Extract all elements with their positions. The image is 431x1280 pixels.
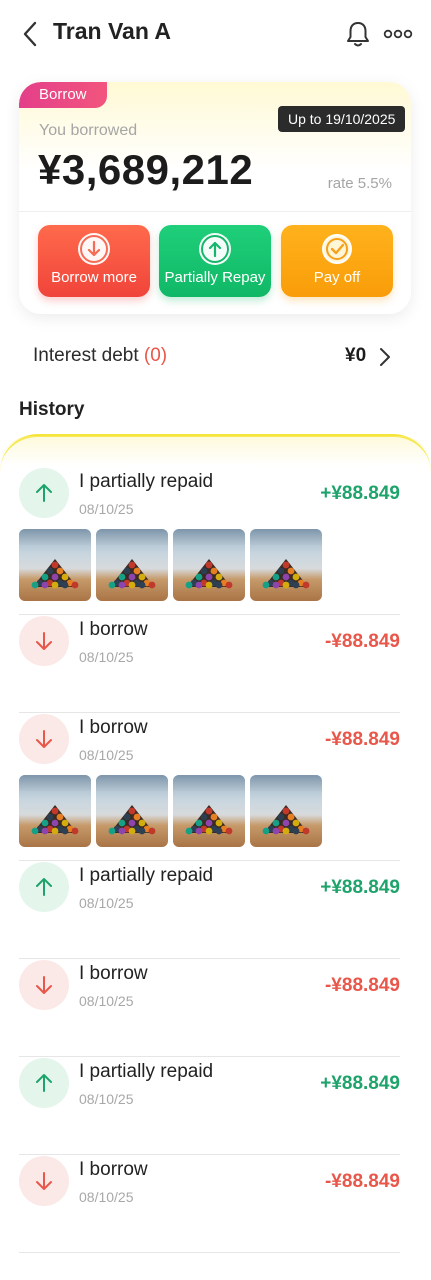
history-item-date: 08/10/25 bbox=[79, 501, 134, 517]
history-item-date: 08/10/25 bbox=[79, 649, 134, 665]
history-item-title: I borrow bbox=[79, 717, 148, 738]
pay-off-label: Pay off bbox=[313, 269, 361, 286]
interest-debt-text: Interest debt bbox=[33, 345, 139, 366]
history-panel-shade bbox=[0, 436, 431, 466]
interest-rate: rate 5.5% bbox=[327, 175, 392, 192]
due-date-badge: Up to 19/10/2025 bbox=[278, 106, 406, 132]
history-item[interactable]: I borrow 08/10/25 -¥88.849 bbox=[19, 712, 400, 852]
history-item-amount: -¥88.849 bbox=[324, 729, 400, 750]
interest-debt-label: Interest debt (0) bbox=[33, 345, 167, 367]
arrow-up-icon bbox=[19, 468, 69, 518]
history-item-amount: +¥88.849 bbox=[320, 877, 400, 898]
arrow-down-icon bbox=[19, 714, 69, 764]
arrow-down-circle-icon bbox=[78, 233, 110, 265]
history-item-date: 08/10/25 bbox=[79, 993, 134, 1009]
photo-thumbnail[interactable] bbox=[250, 775, 322, 847]
photo-thumbnail[interactable] bbox=[96, 529, 168, 601]
photo-thumbnail[interactable] bbox=[19, 529, 91, 601]
history-divider bbox=[19, 1252, 400, 1253]
history-item-title: I borrow bbox=[79, 1159, 148, 1180]
photo-thumbnail[interactable] bbox=[19, 775, 91, 847]
history-item-date: 08/10/25 bbox=[79, 1189, 134, 1205]
history-item-amount: -¥88.849 bbox=[324, 975, 400, 996]
card-divider bbox=[19, 211, 411, 212]
history-item-amount: +¥88.849 bbox=[320, 483, 400, 504]
history-item-title: I partially repaid bbox=[79, 471, 214, 492]
arrow-up-icon bbox=[19, 862, 69, 912]
borrowed-label: You borrowed bbox=[39, 122, 138, 139]
history-item-date: 08/10/25 bbox=[79, 895, 134, 911]
history-item-title: I borrow bbox=[79, 963, 148, 984]
borrow-more-button[interactable]: Borrow more bbox=[38, 225, 150, 297]
history-item-amount: -¥88.849 bbox=[324, 631, 400, 652]
top-bar: Tran Van A bbox=[0, 0, 431, 70]
photo-thumbnail[interactable] bbox=[250, 529, 322, 601]
photo-thumbnail[interactable] bbox=[173, 775, 245, 847]
chevron-left-icon bbox=[23, 21, 37, 47]
history-item-date: 08/10/25 bbox=[79, 747, 134, 763]
history-item[interactable]: I partially repaid 08/10/25 +¥88.849 bbox=[19, 860, 400, 950]
pay-off-button[interactable]: Pay off bbox=[281, 225, 393, 297]
history-item[interactable]: I partially repaid 08/10/25 +¥88.849 bbox=[19, 1056, 400, 1146]
partially-repay-button[interactable]: Partially Repay bbox=[159, 225, 271, 297]
partially-repay-label: Partially Repay bbox=[164, 269, 266, 286]
chevron-right-icon bbox=[378, 346, 392, 368]
arrow-up-circle-icon bbox=[199, 233, 231, 265]
interest-debt-row[interactable]: Interest debt (0) ¥0 bbox=[0, 332, 431, 380]
history-item-amount: +¥88.849 bbox=[320, 1073, 400, 1094]
page-title: Tran Van A bbox=[53, 18, 172, 44]
arrow-up-icon bbox=[19, 1058, 69, 1108]
history-item[interactable]: I borrow 08/10/25 -¥88.849 bbox=[19, 1154, 400, 1244]
more-options-button[interactable] bbox=[383, 24, 413, 44]
photo-thumbnail[interactable] bbox=[173, 529, 245, 601]
arrow-down-icon bbox=[19, 1156, 69, 1206]
borrowed-amount: ¥3,689,212 bbox=[38, 146, 254, 193]
history-item-amount: -¥88.849 bbox=[324, 1171, 400, 1192]
back-button[interactable] bbox=[22, 20, 44, 48]
more-dots-icon bbox=[383, 29, 413, 39]
interest-debt-count: (0) bbox=[143, 345, 168, 366]
history-item-photos bbox=[19, 529, 322, 601]
borrow-more-label: Borrow more bbox=[51, 269, 137, 286]
history-item-title: I borrow bbox=[79, 619, 148, 640]
check-circle-icon bbox=[321, 233, 353, 265]
notifications-button[interactable] bbox=[345, 20, 371, 48]
arrow-down-icon bbox=[19, 616, 69, 666]
history-item[interactable]: I borrow 08/10/25 -¥88.849 bbox=[19, 614, 400, 704]
history-title: History bbox=[19, 399, 85, 420]
photo-thumbnail[interactable] bbox=[96, 775, 168, 847]
arrow-down-icon bbox=[19, 960, 69, 1010]
history-item-date: 08/10/25 bbox=[79, 1091, 134, 1107]
bell-icon bbox=[347, 22, 369, 47]
loan-type-tag: Borrow bbox=[19, 82, 107, 108]
history-item[interactable]: I borrow 08/10/25 -¥88.849 bbox=[19, 958, 400, 1048]
history-item-title: I partially repaid bbox=[79, 1061, 214, 1082]
history-item-photos bbox=[19, 775, 322, 847]
interest-debt-value: ¥0 bbox=[345, 345, 367, 366]
history-item[interactable]: I partially repaid 08/10/25 +¥88.849 bbox=[19, 466, 400, 606]
history-item-title: I partially repaid bbox=[79, 865, 214, 886]
